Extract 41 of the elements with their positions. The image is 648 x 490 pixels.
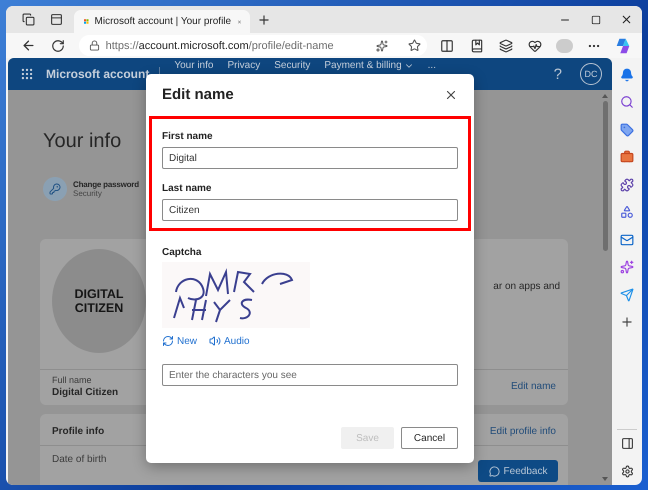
- captcha-field[interactable]: Enter the characters you see: [162, 364, 458, 386]
- logo-text: DIGITAL: [74, 287, 124, 301]
- star-icon[interactable]: [408, 39, 421, 52]
- quick-link-title[interactable]: Change password: [73, 180, 139, 189]
- avatar[interactable]: DC: [580, 63, 602, 85]
- card-text: ar on apps and: [493, 281, 561, 294]
- feedback-button[interactable]: Feedback: [478, 460, 558, 482]
- quick-link-subtitle: Security: [73, 189, 103, 198]
- nav-link[interactable]: Your info: [174, 60, 214, 72]
- captcha-label: Captcha: [162, 247, 202, 258]
- browser-tab[interactable]: Microsoft account | Your profile: [74, 10, 250, 33]
- field-label: First name: [162, 131, 214, 142]
- dialog-button[interactable]: Cancel: [401, 427, 458, 449]
- address-bar[interactable]: https://account.microsoft.com/profile/edit-name: [78, 35, 427, 56]
- nav-link[interactable]: ...: [428, 60, 436, 72]
- lock-icon: [88, 40, 100, 51]
- microsoft-logo-icon: [84, 16, 89, 27]
- chat-icon: [488, 466, 500, 476]
- key-icon: [43, 177, 67, 201]
- field-label: Full name: [52, 375, 93, 385]
- help-button[interactable]: ?: [554, 66, 562, 82]
- edit-profile-link[interactable]: Edit profile info: [490, 426, 556, 437]
- speaker-icon: [209, 335, 222, 347]
- nav-link[interactable]: Security: [274, 60, 310, 72]
- field-label: Last name: [162, 183, 212, 194]
- captcha-link[interactable]: New: [162, 335, 198, 347]
- nav-link[interactable]: Privacy: [227, 60, 260, 72]
- refresh-icon: [162, 335, 174, 347]
- text-field[interactable]: Digital: [162, 147, 458, 169]
- captcha-link[interactable]: Audio: [209, 335, 250, 347]
- field-value: Digital Citizen: [52, 387, 118, 398]
- nav-link[interactable]: Payment & billing: [324, 60, 414, 72]
- text-field[interactable]: Citizen: [162, 199, 458, 221]
- scrollbar-thumb[interactable]: [602, 101, 608, 251]
- logo-text: CITIZEN: [74, 301, 124, 315]
- dialog-title: Edit name: [162, 86, 234, 103]
- card-title: Profile info: [52, 426, 104, 437]
- page-title: Your info: [43, 130, 122, 153]
- edit-name-link[interactable]: Edit name: [510, 381, 556, 392]
- app-launcher-icon[interactable]: [20, 67, 34, 81]
- field-label: Date of birth: [52, 454, 106, 465]
